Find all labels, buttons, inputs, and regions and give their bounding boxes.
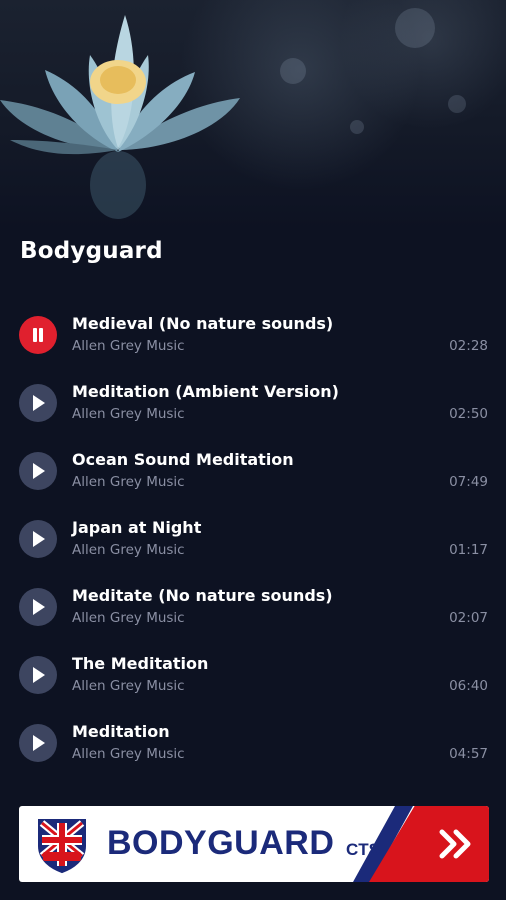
track-artist: Allen Grey Music [72,406,185,422]
track-item[interactable]: Meditation (Ambient Version) Allen Grey … [0,374,506,442]
play-button[interactable] [19,588,57,626]
play-icon [33,599,45,615]
track-title: Meditate (No nature sounds) [72,586,333,605]
track-artist: Allen Grey Music [72,474,185,490]
pause-icon [33,328,43,342]
play-button[interactable] [19,656,57,694]
track-item[interactable]: Ocean Sound Meditation Allen Grey Music … [0,442,506,510]
play-button[interactable] [19,724,57,762]
play-button[interactable] [19,452,57,490]
play-icon [33,531,45,547]
track-duration: 06:40 [449,678,488,694]
bokeh-light [280,58,306,84]
header-artwork [0,0,506,230]
track-title: Ocean Sound Meditation [72,450,294,469]
track-duration: 02:28 [449,338,488,354]
track-title: Japan at Night [72,518,202,537]
play-icon [33,395,45,411]
track-artist: Allen Grey Music [72,746,185,762]
lotus-flower-image [0,15,240,219]
double-chevron-right-icon[interactable] [439,828,473,860]
track-artist: Allen Grey Music [72,542,185,558]
track-list: Medieval (No nature sounds) Allen Grey M… [0,306,506,782]
track-duration: 02:07 [449,610,488,626]
play-icon [33,463,45,479]
pause-button[interactable] [19,316,57,354]
banner-suffix-text: CTS [346,840,380,859]
track-item[interactable]: Japan at Night Allen Grey Music 01:17 [0,510,506,578]
track-artist: Allen Grey Music [72,610,185,626]
track-item[interactable]: Meditate (No nature sounds) Allen Grey M… [0,578,506,646]
playlist-title: Bodyguard [20,238,163,264]
track-artist: Allen Grey Music [72,338,185,354]
track-item[interactable]: The Meditation Allen Grey Music 06:40 [0,646,506,714]
bokeh-light [395,8,435,48]
banner-brand-text: BODYGUARD [107,824,335,862]
track-title: The Meditation [72,654,209,673]
bokeh-light [350,120,364,134]
play-button[interactable] [19,520,57,558]
track-duration: 07:49 [449,474,488,490]
track-duration: 04:57 [449,746,488,762]
ad-banner[interactable]: BODYGUARD CTS [19,806,489,882]
union-jack-shield-icon [38,819,86,874]
bokeh-light [448,95,466,113]
track-artist: Allen Grey Music [72,678,185,694]
track-item[interactable]: Medieval (No nature sounds) Allen Grey M… [0,306,506,374]
play-button[interactable] [19,384,57,422]
play-icon [33,667,45,683]
track-title: Medieval (No nature sounds) [72,314,334,333]
track-item[interactable]: Meditation Allen Grey Music 04:57 [0,714,506,782]
track-duration: 02:50 [449,406,488,422]
play-icon [33,735,45,751]
track-duration: 01:17 [449,542,488,558]
track-title: Meditation (Ambient Version) [72,382,339,401]
track-title: Meditation [72,722,170,741]
